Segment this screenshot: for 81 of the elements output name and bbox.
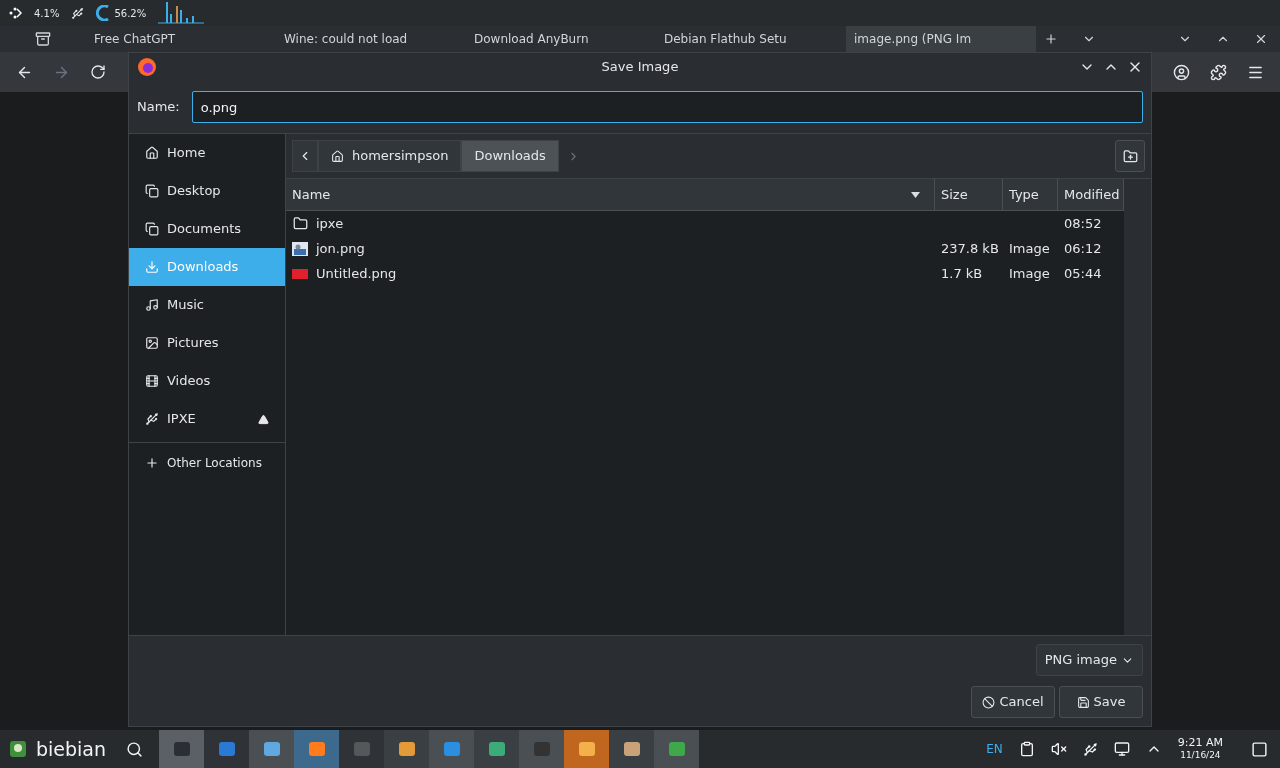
cancel-button[interactable]: Cancel [971, 686, 1055, 718]
column-header[interactable]: Type [1003, 179, 1058, 210]
places-item[interactable]: Home [129, 134, 285, 172]
cancel-icon [982, 695, 996, 709]
browser-tab[interactable]: image.png (PNG Im [846, 26, 1036, 52]
browser-tab[interactable]: Wine: could not load [276, 26, 466, 52]
image-icon [145, 336, 159, 350]
browser-tab[interactable]: Debian Flathub Setu [656, 26, 846, 52]
places-item[interactable]: Music [129, 286, 285, 324]
eject-icon[interactable] [258, 413, 269, 425]
network-icon [8, 6, 22, 20]
name-field[interactable]: o.png [191, 91, 1143, 123]
file-name[interactable]: jon.png [316, 238, 365, 259]
new-folder-icon [1122, 148, 1138, 164]
file-type-dropdown[interactable]: PNG image [1035, 644, 1143, 676]
home-icon [331, 149, 344, 163]
taskbar-app-icon[interactable] [486, 739, 507, 759]
column-header[interactable]: Name [286, 179, 935, 210]
folder-icon [292, 216, 308, 231]
file-modified: 06:12 [1064, 240, 1102, 256]
plus-icon [145, 456, 159, 470]
language-indicator[interactable]: EN [986, 740, 1003, 758]
account-icon[interactable] [1173, 63, 1190, 81]
volume-muted-icon[interactable] [1050, 741, 1067, 757]
new-folder-button[interactable] [1115, 140, 1145, 172]
sort-arrow-icon [911, 191, 920, 198]
extensions-icon[interactable] [1210, 63, 1227, 81]
new-tab-icon[interactable] [1044, 32, 1058, 46]
tab-overview-icon[interactable] [35, 31, 51, 47]
places-item[interactable]: Videos [129, 362, 285, 400]
download-icon [145, 260, 159, 274]
file-name[interactable]: ipxe [316, 213, 344, 234]
file-modified: 05:44 [1064, 265, 1102, 281]
file-modified: 08:52 [1064, 215, 1102, 231]
places-item[interactable]: Pictures [129, 324, 285, 362]
image-thumbnail-icon [292, 241, 308, 256]
start-label[interactable]: biebian [36, 734, 107, 764]
file-type: Image [1009, 265, 1050, 281]
places-item[interactable]: IPXE [129, 400, 285, 438]
memory-usage: 56.2% [114, 6, 147, 21]
usb-icon[interactable] [1082, 741, 1098, 757]
activity-graph [158, 2, 205, 24]
taskbar-app-icon[interactable] [261, 739, 282, 759]
taskbar-app-icon[interactable] [396, 739, 417, 759]
usb-icon [71, 6, 85, 20]
places-item[interactable]: Documents [129, 210, 285, 248]
file-type: Image [1009, 240, 1050, 256]
cpu-usage: 4.1% [34, 6, 60, 21]
reload-icon[interactable] [90, 64, 106, 80]
places-item[interactable]: Desktop [129, 172, 285, 210]
usb-drive-icon [145, 412, 159, 426]
taskbar-app-icon[interactable] [216, 739, 237, 759]
network-icon[interactable] [1113, 741, 1130, 757]
file-size: 237.8 kB [941, 240, 999, 256]
browser-tab[interactable]: Free ChatGPT [86, 26, 276, 52]
name-label: Name: [137, 98, 180, 117]
path-segment-button[interactable]: Downloads [461, 140, 559, 172]
documents-icon [145, 184, 159, 198]
column-header[interactable]: Size [935, 179, 1003, 210]
browser-tab[interactable]: Download AnyBurn [466, 26, 656, 52]
file-name[interactable]: Untitled.png [316, 263, 397, 284]
save-button[interactable]: Save [1059, 686, 1143, 718]
show-desktop-icon[interactable] [1251, 740, 1268, 758]
taskbar-app-icon[interactable] [621, 739, 642, 759]
documents-icon [145, 222, 159, 236]
film-icon [145, 374, 159, 388]
clock-date[interactable]: 11/16/24 [1180, 749, 1221, 761]
clock-time[interactable]: 9:21 AM [1177, 737, 1223, 749]
dialog-title: Save Image [601, 58, 679, 77]
memory-gauge-icon [96, 5, 111, 21]
close-icon[interactable] [1254, 32, 1268, 46]
file-size: 1.7 kB [941, 265, 983, 281]
clipboard-icon[interactable] [1018, 741, 1035, 757]
taskbar-app-icon[interactable] [666, 739, 687, 759]
start-logo-icon[interactable] [8, 739, 28, 759]
home-icon [145, 146, 159, 160]
other-locations-item[interactable]: Other Locations [129, 443, 285, 483]
image-thumbnail-icon [292, 268, 308, 279]
music-note-icon [145, 298, 159, 312]
path-segment-button[interactable]: homersimpson [318, 140, 462, 172]
search-icon[interactable] [126, 740, 144, 758]
